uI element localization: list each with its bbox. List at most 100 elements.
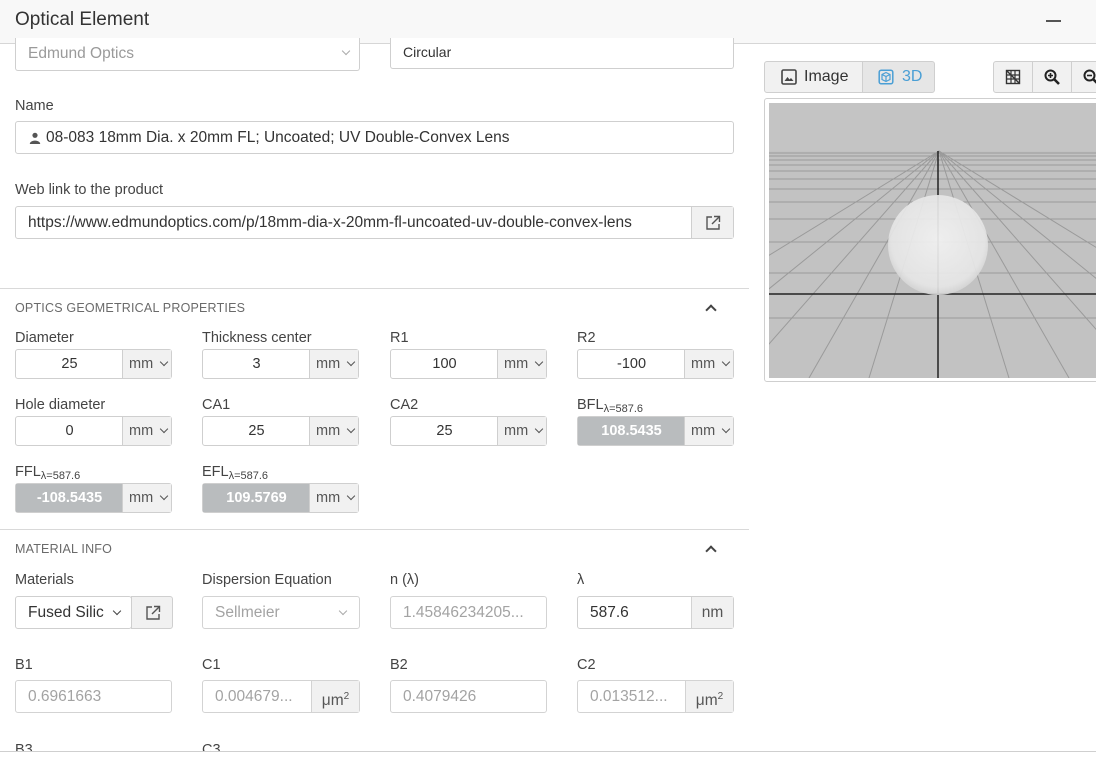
thickness-input[interactable]: 3 mm	[202, 349, 359, 379]
c2-unit: μm2	[685, 681, 733, 712]
external-link-icon	[706, 215, 721, 230]
user-icon	[29, 132, 41, 144]
c1-label: C1	[202, 657, 221, 673]
ca1-input[interactable]: 25 mm	[202, 416, 359, 446]
minimize-icon	[1046, 20, 1061, 22]
unit-select[interactable]: mm	[497, 417, 546, 445]
section-divider	[0, 529, 749, 530]
chevron-down-icon	[534, 424, 544, 434]
c1-unit: μm2	[311, 681, 359, 712]
b1-label: B1	[15, 657, 33, 673]
bfl-input: 108.5435 mm	[577, 416, 734, 446]
r2-input[interactable]: -100 mm	[577, 349, 734, 379]
tab-3d[interactable]: 3D	[862, 61, 935, 93]
dispersion-label: Dispersion Equation	[202, 572, 332, 588]
zoom-in-icon	[1044, 69, 1060, 85]
unit-select[interactable]: mm	[309, 484, 358, 512]
bfl-label: BFLλ=587.6	[577, 397, 644, 415]
section-divider	[0, 288, 749, 289]
n-lambda-input: 1.45846234205...	[390, 596, 547, 629]
collapse-material-icon[interactable]	[705, 545, 717, 557]
hole-diameter-label: Hole diameter	[15, 397, 106, 413]
unit-select[interactable]: mm	[684, 417, 733, 445]
thickness-label: Thickness center	[202, 330, 312, 346]
lens-model	[888, 195, 988, 295]
c2-label: C2	[577, 657, 596, 673]
chevron-down-icon	[159, 491, 169, 501]
window-title: Optical Element	[15, 9, 150, 30]
n-lambda-label: n (λ)	[390, 572, 419, 588]
materials-select[interactable]: Fused Silic	[15, 596, 132, 629]
ca2-input[interactable]: 25 mm	[390, 416, 547, 446]
unit-select[interactable]: mm	[309, 417, 358, 445]
chevron-down-icon	[112, 606, 122, 616]
materials-label: Materials	[15, 572, 74, 588]
unit-select[interactable]: mm	[122, 350, 171, 378]
ca2-label: CA2	[390, 397, 419, 413]
ffl-label: FFLλ=587.6	[15, 464, 81, 482]
weblink-input[interactable]: https://www.edmundoptics.com/p/18mm-dia-…	[15, 206, 734, 239]
zoom-out-button[interactable]	[1071, 61, 1096, 93]
external-link-icon	[146, 605, 161, 620]
zoom-out-icon	[1083, 69, 1096, 84]
chevron-down-icon	[721, 424, 731, 434]
diameter-label: Diameter	[15, 330, 74, 346]
unit-select[interactable]: mm	[309, 350, 358, 378]
b2-label: B2	[390, 657, 408, 673]
name-label: Name	[15, 98, 54, 114]
chevron-down-icon	[338, 606, 348, 616]
unit-select[interactable]: mm	[122, 417, 171, 445]
cube-icon	[878, 69, 894, 85]
r2-label: R2	[577, 330, 596, 346]
grid-icon	[1005, 69, 1021, 85]
grid-toggle-button[interactable]	[993, 61, 1033, 93]
unit-select[interactable]: mm	[122, 484, 171, 512]
material-section-title: MATERIAL INFO	[15, 542, 113, 556]
image-icon	[781, 69, 797, 85]
chevron-down-icon	[346, 424, 356, 434]
open-link-button[interactable]	[691, 207, 733, 238]
ca1-label: CA1	[202, 397, 231, 413]
collapse-geometry-icon[interactable]	[705, 304, 717, 316]
minimize-button[interactable]	[1040, 8, 1068, 34]
lambda-label: λ	[577, 572, 585, 588]
zoom-in-button[interactable]	[1032, 61, 1072, 93]
c3-label: C3	[202, 742, 221, 751]
chevron-down-icon	[534, 357, 544, 367]
b3-label-clip: B3	[15, 740, 75, 751]
b3-label: B3	[15, 742, 33, 751]
geometry-section-title: OPTICS GEOMETRICAL PROPERTIES	[15, 301, 246, 315]
unit-select[interactable]: mm	[497, 350, 546, 378]
name-value: 08-083 18mm Dia. x 20mm FL; Uncoated; UV…	[46, 129, 510, 146]
name-input[interactable]: 08-083 18mm Dia. x 20mm FL; Uncoated; UV…	[15, 121, 734, 154]
ffl-input: -108.5435 mm	[15, 483, 172, 513]
r1-input[interactable]: 100 mm	[390, 349, 547, 379]
weblink-value: https://www.edmundoptics.com/p/18mm-dia-…	[28, 214, 632, 231]
c1-input: 0.004679... μm2	[202, 680, 360, 713]
3d-viewport[interactable]	[769, 103, 1096, 378]
lambda-unit: nm	[691, 597, 733, 628]
c3-label-clip: C3	[202, 740, 262, 751]
supplier-select[interactable]: Edmund Optics	[15, 38, 360, 71]
efl-input: 109.5769 mm	[202, 483, 359, 513]
unit-select[interactable]: mm	[684, 350, 733, 378]
tab-image[interactable]: Image	[764, 61, 863, 93]
b1-input: 0.6961663	[15, 680, 172, 713]
chevron-down-icon	[159, 357, 169, 367]
3d-viewer-frame	[764, 98, 1096, 382]
chevron-down-icon	[346, 357, 356, 367]
bottom-border	[0, 751, 1096, 752]
r1-label: R1	[390, 330, 409, 346]
open-material-button[interactable]	[131, 596, 173, 629]
c2-input: 0.013512... μm2	[577, 680, 734, 713]
dispersion-select: Sellmeier	[202, 596, 360, 629]
chevron-down-icon	[721, 357, 731, 367]
lambda-input[interactable]: 587.6 nm	[577, 596, 734, 629]
b2-input: 0.4079426	[390, 680, 547, 713]
chevron-down-icon	[346, 491, 356, 501]
shape-field[interactable]: Circular	[390, 38, 734, 69]
chevron-down-icon	[159, 424, 169, 434]
diameter-input[interactable]: 25 mm	[15, 349, 172, 379]
hole-diameter-input[interactable]: 0 mm	[15, 416, 172, 446]
weblink-label: Web link to the product	[15, 182, 164, 198]
